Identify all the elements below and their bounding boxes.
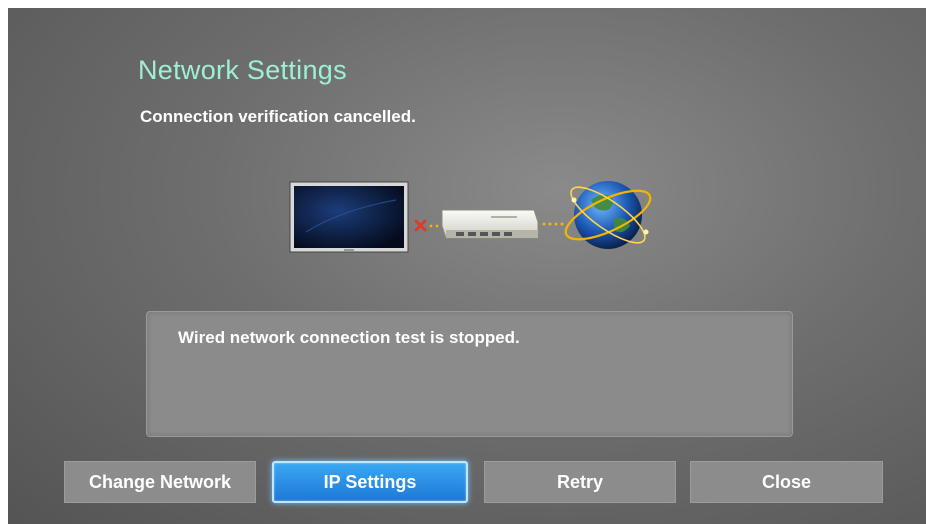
retry-button[interactable]: Retry: [484, 461, 676, 503]
connection-diagram: [289, 181, 652, 253]
globe-icon: [564, 181, 652, 249]
connected-link-icon: [542, 222, 564, 226]
message-text: Wired network connection test is stopped…: [178, 328, 520, 347]
ip-settings-button[interactable]: IP Settings: [272, 461, 468, 503]
close-button[interactable]: Close: [690, 461, 883, 503]
status-text: Connection verification cancelled.: [140, 107, 416, 126]
failed-link-icon: [414, 219, 439, 232]
tv-icon: [289, 181, 409, 253]
page-title: Network Settings: [138, 55, 347, 85]
message-box: Wired network connection test is stopped…: [146, 311, 793, 437]
network-settings-screen: Network Settings Connection verification…: [8, 8, 926, 524]
router-icon: [441, 209, 539, 239]
change-network-button[interactable]: Change Network: [64, 461, 256, 503]
